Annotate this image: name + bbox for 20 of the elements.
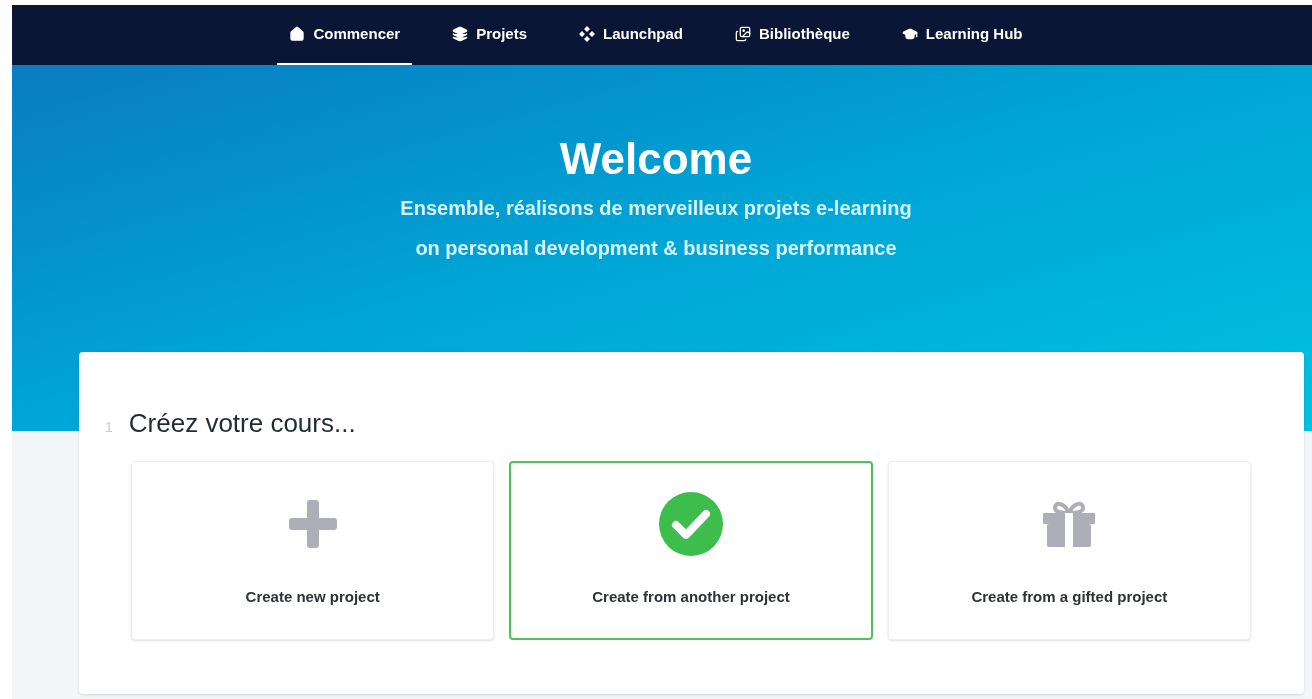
images-icon: [735, 26, 752, 42]
nav-tab[interactable]: Projets: [440, 5, 539, 65]
project-option-card[interactable]: Create new project: [131, 461, 495, 640]
hero-subtitle: on personal development & business performance: [415, 236, 897, 261]
project-option-card[interactable]: Create from another project: [509, 461, 873, 640]
nav-tab[interactable]: Bibliothèque: [723, 5, 862, 65]
diamonds-icon: [579, 26, 595, 42]
step-number: 1: [105, 418, 113, 437]
check-circle-icon: [659, 492, 723, 557]
graduation-cap-icon: [901, 26, 918, 42]
project-option-card[interactable]: Create from a gifted project: [887, 461, 1251, 640]
layers-icon: [452, 26, 469, 42]
step-title: Créez votre cours...: [128, 407, 356, 440]
plus-icon: [288, 500, 337, 549]
hero-subtitle: Ensemble, réalisons de merveilleux projets e-learning: [400, 196, 912, 221]
welcome-title: Welcome: [559, 137, 753, 181]
nav-tab[interactable]: Launchpad: [567, 5, 696, 65]
nav-tab[interactable]: Learning Hub: [889, 5, 1035, 65]
home-icon: [289, 26, 306, 42]
gift-icon: [1043, 501, 1096, 548]
